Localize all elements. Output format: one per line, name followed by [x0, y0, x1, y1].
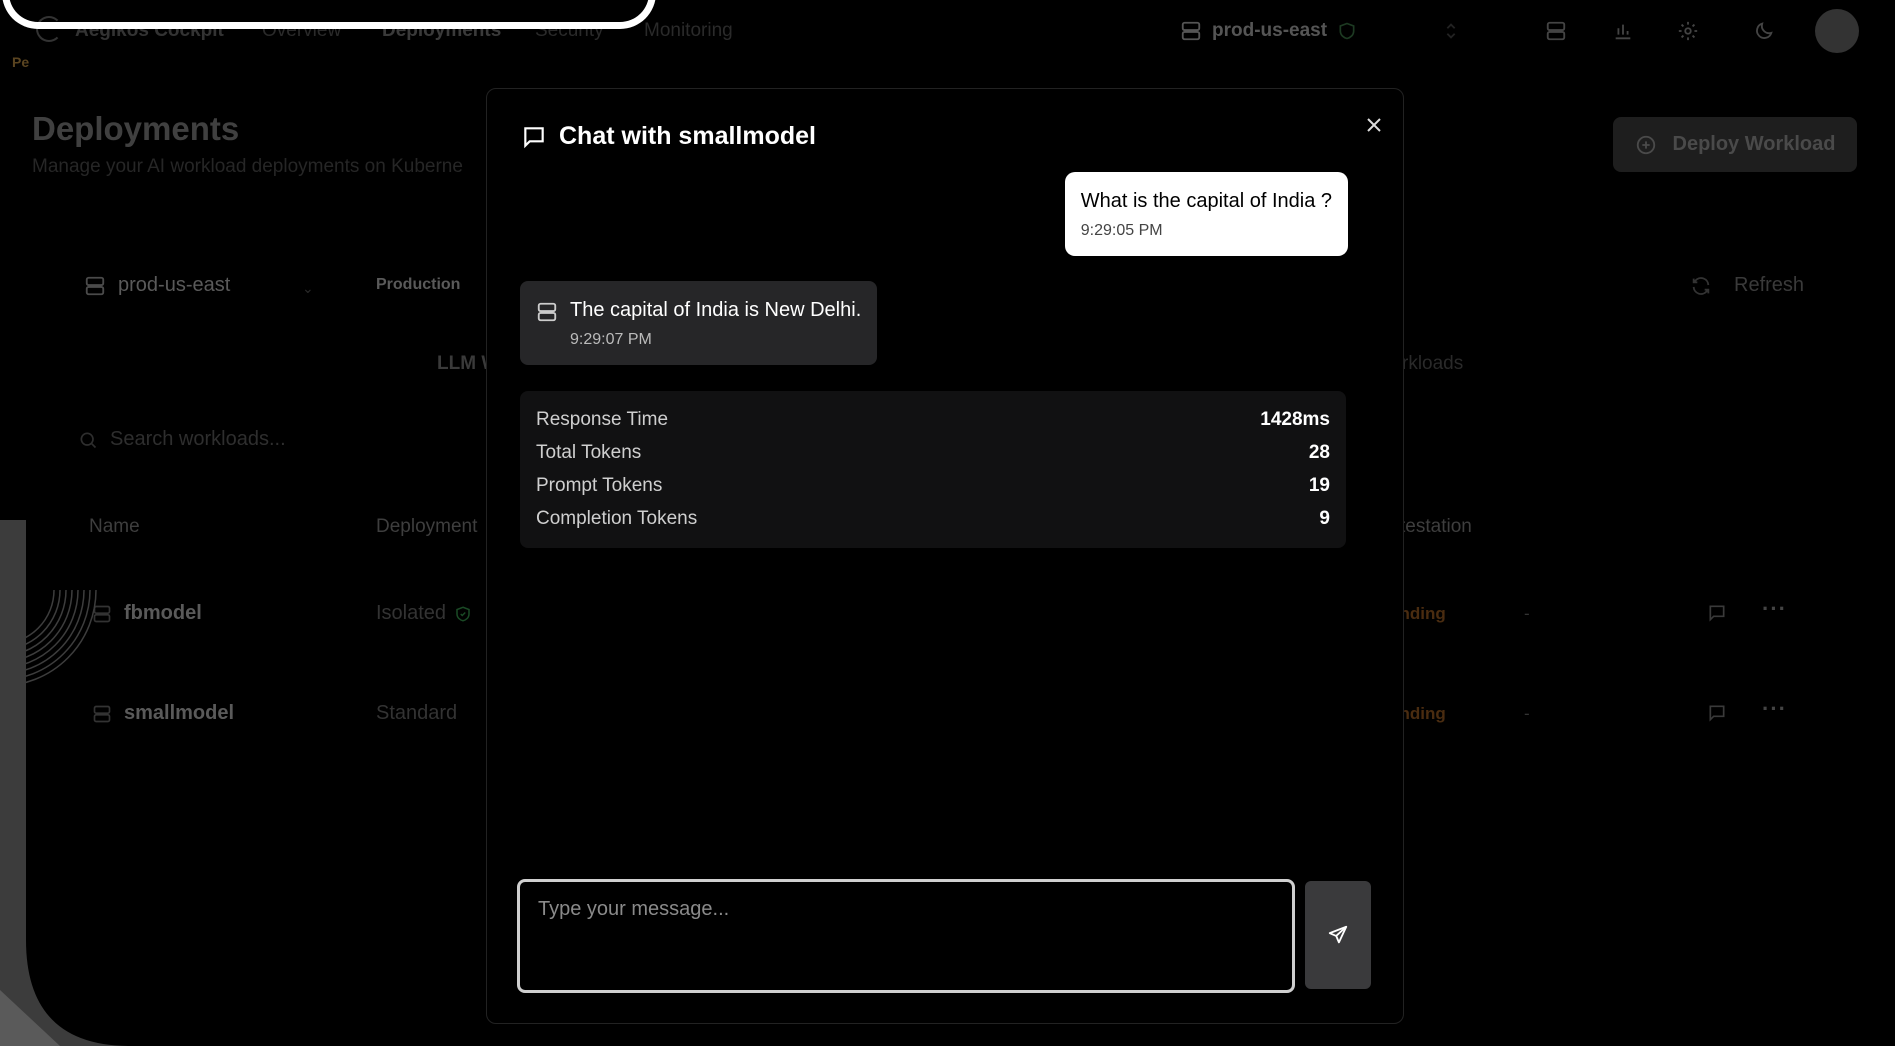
page-title: Deployments: [32, 110, 240, 147]
server-icon: [537, 302, 557, 322]
metric-response-time: Response Time 1428ms: [536, 405, 1330, 435]
plus-circle-icon: [1636, 135, 1655, 154]
send-icon: [1328, 925, 1348, 944]
cluster-selector[interactable]: prod-us-east: [1180, 0, 1357, 62]
message-text: What is the capital of India ?: [1080, 190, 1332, 212]
chat-dialog: Chat with smallmodel What is the capital…: [486, 88, 1404, 1024]
message-text: The capital of India is New Delhi.: [570, 299, 862, 321]
metric-label: Total Tokens: [536, 442, 642, 463]
brand-subtitle: Pe: [12, 54, 30, 70]
message-input[interactable]: [517, 879, 1295, 993]
message-square-icon: [524, 126, 544, 148]
assistant-message: The capital of India is New Delhi. 9:29:…: [520, 281, 878, 365]
highlight-box: [2, 0, 656, 29]
close-button[interactable]: [1361, 112, 1387, 138]
close-icon: [1367, 118, 1381, 132]
metric-value: 9: [1319, 508, 1330, 529]
metric-value: 28: [1308, 442, 1330, 463]
metric-completion-tokens: Completion Tokens 9: [536, 504, 1330, 534]
cluster-name: prod-us-east: [1212, 20, 1328, 41]
metric-value: 1428ms: [1260, 409, 1330, 430]
servers-icon[interactable]: [1545, 20, 1567, 42]
refresh-button[interactable]: Refresh: [1690, 274, 1804, 297]
tab-workloads[interactable]: rkloads: [1402, 353, 1463, 375]
metric-total-tokens: Total Tokens 28: [536, 438, 1330, 468]
moon-icon[interactable]: [1753, 20, 1775, 42]
server-icon: [85, 276, 105, 295]
search-placeholder: Search workloads...: [110, 428, 286, 450]
send-button[interactable]: [1305, 881, 1371, 989]
deploy-workload-button[interactable]: Deploy Workload: [1613, 117, 1857, 172]
dialog-header: Chat with smallmodel: [521, 122, 816, 151]
environment-filter[interactable]: Production: [376, 276, 460, 294]
response-metrics: Response Time 1428ms Total Tokens 28 Pro…: [520, 391, 1346, 548]
refresh-label: Refresh: [1734, 274, 1805, 296]
deploy-workload-label: Deploy Workload: [1672, 133, 1836, 155]
chevron-up-down-icon[interactable]: [1440, 20, 1462, 42]
cluster-filter-label: prod-us-east: [118, 274, 231, 296]
metric-label: Prompt Tokens: [536, 475, 663, 496]
metric-prompt-tokens: Prompt Tokens 19: [536, 471, 1330, 501]
server-icon: [1181, 21, 1201, 41]
user-message: What is the capital of India ? 9:29:05 P…: [1064, 172, 1348, 256]
nav-monitoring[interactable]: Monitoring: [644, 20, 733, 42]
chevron-down-icon[interactable]: ⌄: [302, 280, 314, 297]
refresh-icon: [1692, 276, 1710, 295]
bar-chart-icon[interactable]: [1612, 20, 1634, 42]
avatar[interactable]: [1815, 9, 1859, 53]
metric-label: Completion Tokens: [536, 508, 698, 529]
message-timestamp: 9:29:07 PM: [570, 331, 652, 348]
gear-icon[interactable]: [1677, 20, 1699, 42]
metric-value: 19: [1308, 475, 1330, 496]
metric-label: Response Time: [536, 409, 669, 430]
search-icon: [80, 432, 97, 448]
search-bar[interactable]: Search workloads...: [78, 428, 286, 451]
dialog-title: Chat with smallmodel: [559, 122, 816, 150]
message-timestamp: 9:29:05 PM: [1080, 222, 1163, 239]
shield-icon: [1339, 22, 1355, 40]
page-subtitle: Manage your AI workload deployments on K…: [32, 156, 463, 177]
cluster-filter[interactable]: prod-us-east: [84, 274, 230, 297]
